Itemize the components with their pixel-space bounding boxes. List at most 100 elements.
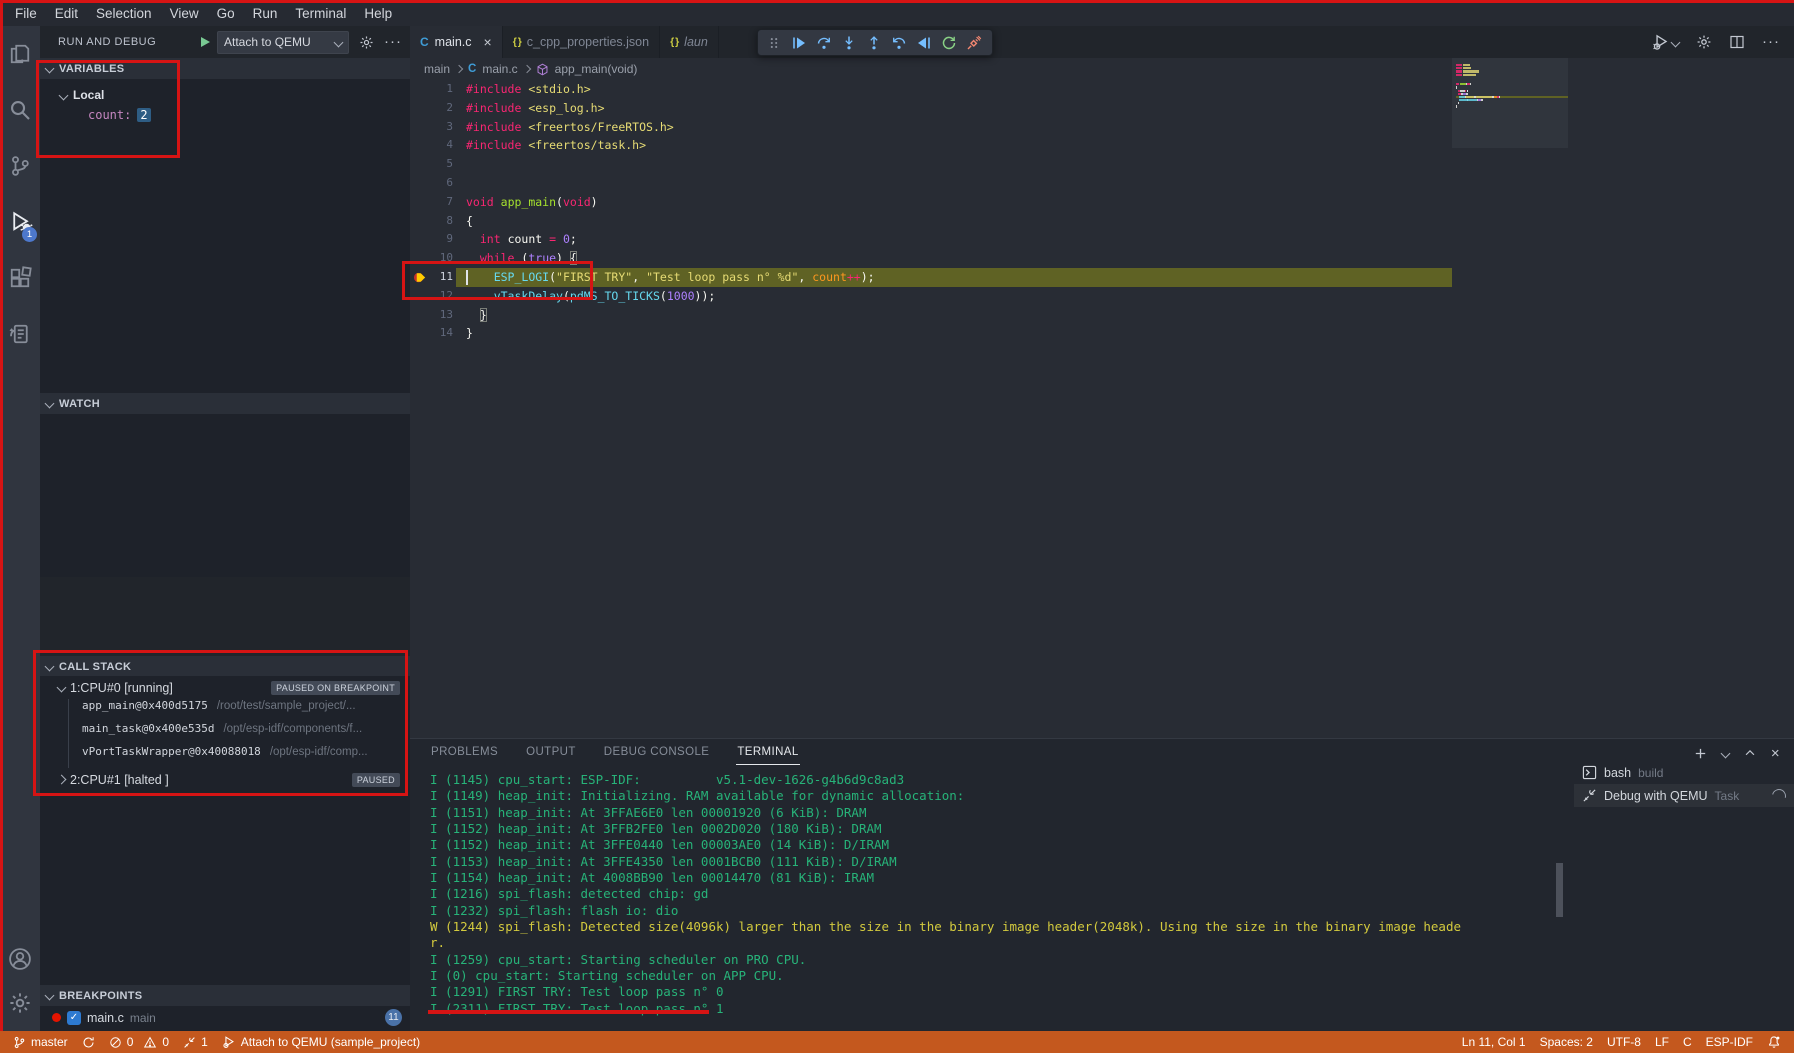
source-control-icon[interactable]: [0, 138, 40, 194]
esp-idf-explorer-icon[interactable]: [0, 306, 40, 362]
chevron-down-icon[interactable]: [1720, 748, 1730, 758]
breakpoints-section-header[interactable]: BREAKPOINTS: [40, 985, 410, 1006]
terminal-output[interactable]: I (1145) cpu_start: ESP-IDF: v5.1-dev-16…: [430, 772, 1461, 1017]
code-line[interactable]: 5: [410, 155, 1794, 174]
terminal-scrollbar[interactable]: [1556, 863, 1563, 917]
line-number[interactable]: 1: [410, 80, 456, 99]
stack-frame[interactable]: app_main@0x400d5175/root/test/sample_pro…: [40, 699, 410, 722]
watch-section-header[interactable]: WATCH: [40, 393, 410, 414]
tab-terminal[interactable]: TERMINAL: [736, 741, 799, 765]
code-line[interactable]: 14}: [410, 324, 1794, 343]
code-line[interactable]: 10 while (true) {: [410, 249, 1794, 268]
menu-item-run[interactable]: Run: [244, 6, 287, 21]
tab-problems[interactable]: PROBLEMS: [430, 741, 499, 765]
code-line[interactable]: 11 ESP_LOGI("FIRST TRY", "Test loop pass…: [410, 268, 1794, 287]
breadcrumb-symbol[interactable]: app_main(void): [555, 62, 638, 76]
line-number[interactable]: 9: [410, 230, 456, 249]
line-number[interactable]: 8: [410, 212, 456, 231]
menu-item-terminal[interactable]: Terminal: [286, 6, 355, 21]
variables-section-header[interactable]: VARIABLES: [40, 58, 410, 79]
indentation-indicator[interactable]: Spaces: 2: [1533, 1035, 1600, 1049]
cursor-position-indicator[interactable]: Ln 11, Col 1: [1455, 1035, 1533, 1049]
step-out-button[interactable]: [861, 30, 886, 55]
editor-settings-gear-icon[interactable]: [1696, 34, 1712, 50]
call-stack-thread[interactable]: 1:CPU#0 [running]PAUSED ON BREAKPOINT: [40, 676, 410, 699]
menu-item-help[interactable]: Help: [355, 6, 401, 21]
more-actions-icon[interactable]: ···: [384, 37, 402, 47]
menu-item-selection[interactable]: Selection: [87, 6, 161, 21]
code-line[interactable]: 2#include <esp_log.h>: [410, 99, 1794, 118]
breadcrumb-folder[interactable]: main: [424, 62, 450, 76]
debug-target-indicator[interactable]: Attach to QEMU (sample_project): [215, 1031, 427, 1053]
tab-c-cpp-properties[interactable]: { } c_cpp_properties.json: [503, 26, 660, 58]
code-line[interactable]: 8{: [410, 212, 1794, 231]
run-and-debug-icon[interactable]: 1: [0, 194, 40, 250]
launch-config-select[interactable]: Attach to QEMU: [217, 31, 349, 54]
call-stack-section-header[interactable]: CALL STACK: [40, 656, 410, 677]
line-number[interactable]: 4: [410, 136, 456, 155]
watch-section-body[interactable]: [40, 414, 410, 577]
menu-item-view[interactable]: View: [161, 6, 208, 21]
code-line[interactable]: 4#include <freertos/task.h>: [410, 136, 1794, 155]
code-line[interactable]: 6: [410, 174, 1794, 193]
tab-main-c[interactable]: C main.c ×: [410, 26, 503, 58]
line-number[interactable]: 12: [410, 287, 456, 306]
line-number[interactable]: 14: [410, 324, 456, 343]
continue-button[interactable]: [786, 30, 811, 55]
close-icon[interactable]: ×: [484, 34, 492, 50]
terminal-item-debug-task[interactable]: Debug with QEMU Task: [1574, 784, 1794, 807]
debug-settings-gear-icon[interactable]: [359, 35, 374, 50]
maximize-panel-icon[interactable]: [1743, 746, 1757, 760]
tab-output[interactable]: OUTPUT: [525, 741, 577, 765]
step-back-button[interactable]: [886, 30, 911, 55]
tab-debug-console[interactable]: DEBUG CONSOLE: [603, 741, 711, 765]
eol-indicator[interactable]: LF: [1648, 1035, 1676, 1049]
code-line[interactable]: 7void app_main(void): [410, 193, 1794, 212]
restart-button[interactable]: [936, 30, 961, 55]
code-line[interactable]: 3#include <freertos/FreeRTOS.h>: [410, 118, 1794, 137]
code-line[interactable]: 1#include <stdio.h>: [410, 80, 1794, 99]
breakpoint-checkbox[interactable]: ✓: [67, 1011, 81, 1025]
toolbar-drag-handle[interactable]: [761, 30, 786, 55]
reverse-continue-button[interactable]: [911, 30, 936, 55]
menu-item-go[interactable]: Go: [208, 6, 244, 21]
variables-scope-local[interactable]: Local: [40, 85, 410, 105]
code-editor[interactable]: 1#include <stdio.h>2#include <esp_log.h>…: [410, 80, 1794, 343]
line-number[interactable]: 10: [410, 249, 456, 268]
breadcrumb-file[interactable]: main.c: [482, 62, 517, 76]
line-number[interactable]: 7: [410, 193, 456, 212]
encoding-indicator[interactable]: UTF-8: [1600, 1035, 1648, 1049]
menu-item-edit[interactable]: Edit: [46, 6, 87, 21]
stack-frame[interactable]: main_task@0x400e535d/opt/esp-idf/compone…: [40, 722, 410, 745]
menu-item-file[interactable]: File: [6, 6, 46, 21]
current-breakpoint-arrow-icon[interactable]: [413, 270, 428, 285]
line-number[interactable]: 3: [410, 118, 456, 137]
more-actions-icon[interactable]: ···: [1762, 37, 1780, 47]
problems-indicator[interactable]: 0 0: [102, 1031, 176, 1053]
code-line[interactable]: 12 vTaskDelay(pdMS_TO_TICKS(1000));: [410, 287, 1794, 306]
start-debug-icon[interactable]: [201, 37, 210, 47]
step-over-button[interactable]: [811, 30, 836, 55]
line-number[interactable]: 13: [410, 306, 456, 325]
breakpoint-item[interactable]: ✓ main.c main 11: [40, 1006, 410, 1029]
line-number[interactable]: 2: [410, 99, 456, 118]
git-branch-indicator[interactable]: master: [6, 1031, 75, 1053]
language-indicator[interactable]: C: [1676, 1035, 1699, 1049]
step-into-button[interactable]: [836, 30, 861, 55]
settings-gear-icon[interactable]: [0, 981, 40, 1025]
call-stack-thread[interactable]: 2:CPU#1 [halted ]PAUSED: [40, 768, 410, 791]
extensions-icon[interactable]: [0, 250, 40, 306]
split-editor-icon[interactable]: [1729, 34, 1745, 50]
explorer-icon[interactable]: [0, 26, 40, 82]
line-number[interactable]: 5: [410, 155, 456, 174]
tab-launch-json[interactable]: { } laun: [660, 26, 719, 58]
run-or-debug-button[interactable]: [1652, 33, 1679, 51]
code-line[interactable]: 9 int count = 0;: [410, 230, 1794, 249]
stack-frame[interactable]: vPortTaskWrapper@0x40088018/opt/esp-idf/…: [40, 745, 410, 768]
notifications-bell[interactable]: [1760, 1035, 1788, 1049]
disconnect-button[interactable]: [961, 30, 986, 55]
esp-idf-indicator[interactable]: ESP-IDF: [1699, 1035, 1760, 1049]
search-icon[interactable]: [0, 82, 40, 138]
accounts-icon[interactable]: [0, 937, 40, 981]
code-line[interactable]: 13 }: [410, 306, 1794, 325]
